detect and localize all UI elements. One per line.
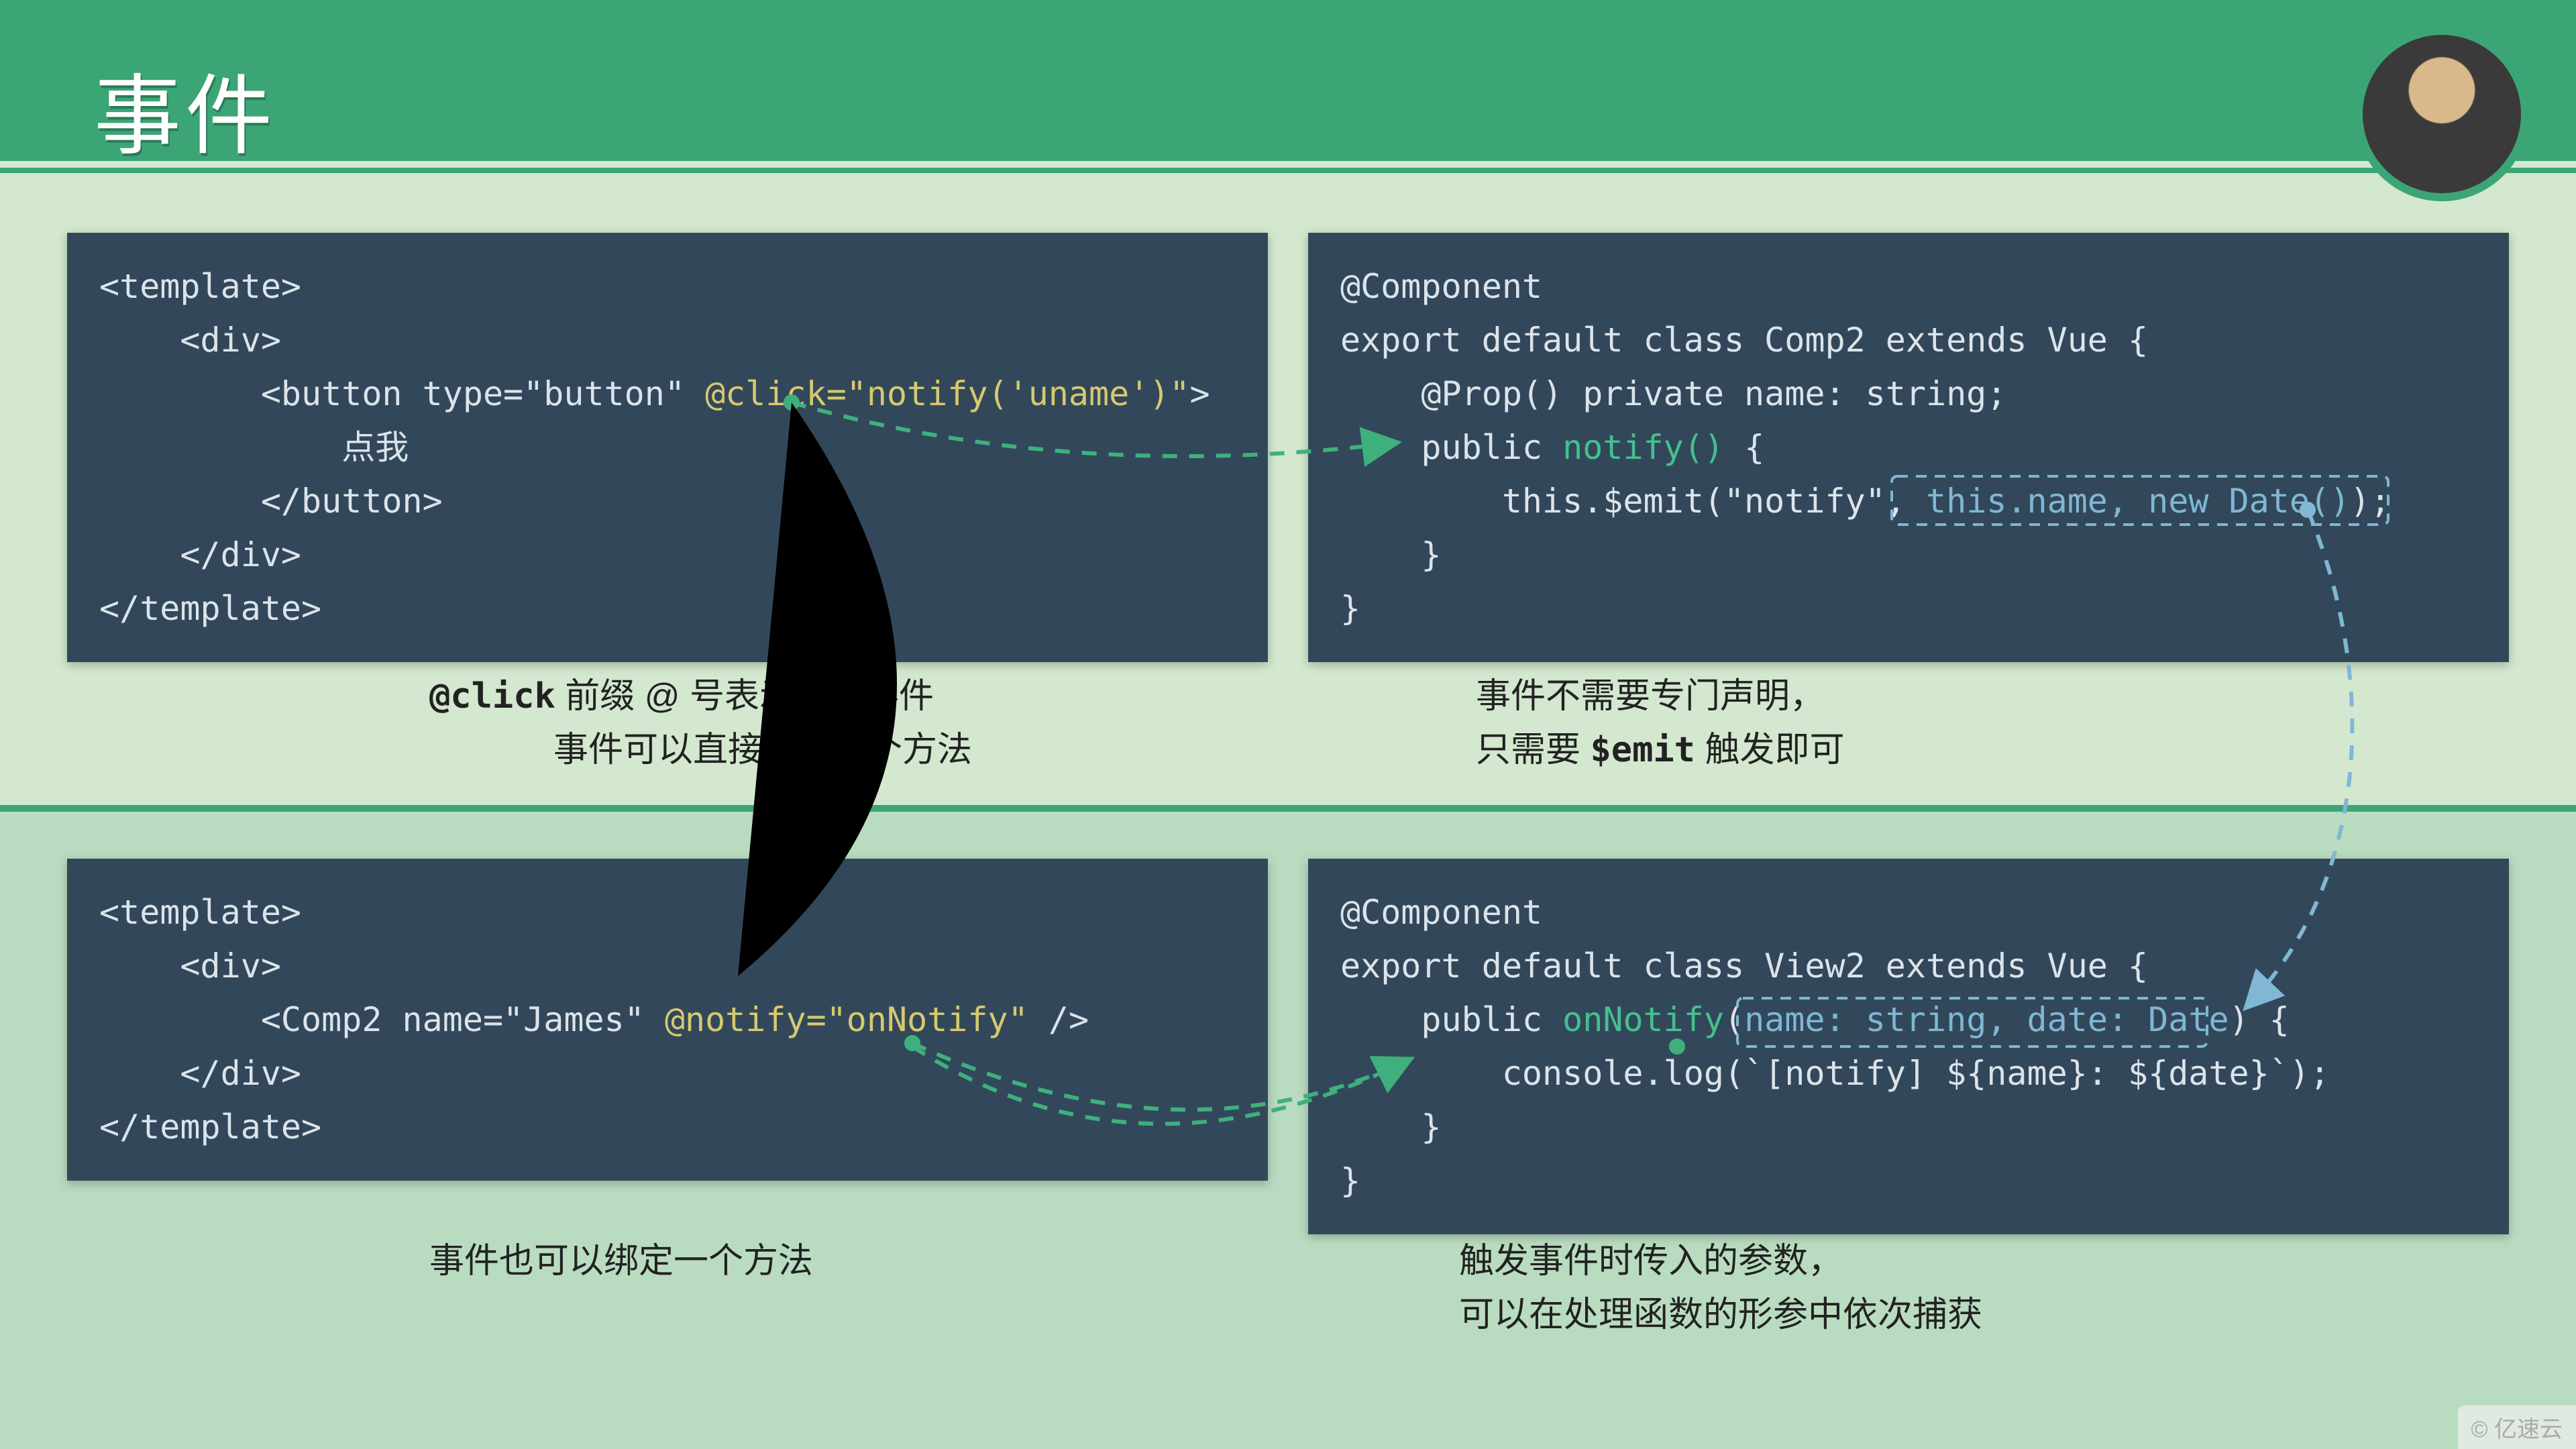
highlight-onnotify: onNotify bbox=[1562, 1000, 1724, 1039]
header-divider-line bbox=[0, 168, 2576, 173]
code-box-template-bottom: <template> <div> <Comp2 name="James" @no… bbox=[67, 859, 1268, 1181]
highlight-click-attr: @click="notify('uname')" bbox=[705, 374, 1189, 413]
code-box-comp2: @Component export default class Comp2 ex… bbox=[1308, 233, 2509, 662]
header-divider-gap bbox=[0, 161, 2576, 168]
highlight-emit-args: this.name, new Date() bbox=[1926, 482, 2350, 521]
caption-emit-mono: $emit bbox=[1590, 730, 1695, 770]
highlight-notify-bind: @notify="onNotify" bbox=[665, 1000, 1028, 1039]
avatar bbox=[2355, 27, 2529, 201]
watermark: © 亿速云 bbox=[2458, 1405, 2576, 1449]
header-bg bbox=[0, 0, 2576, 161]
highlight-notify-method: notify() bbox=[1562, 428, 1724, 467]
avatar-image bbox=[2363, 35, 2521, 193]
highlight-handler-params: name: string, date: Date bbox=[1744, 1000, 2229, 1039]
slide-title: 事件 bbox=[94, 46, 276, 172]
caption-emit: 事件不需要专门声明， 只需要 $emit 触发即可 bbox=[1476, 669, 1844, 777]
caption-click: @click 前缀 @ 号表示绑定事件 事件可以直接调用一个方法 bbox=[429, 669, 972, 777]
mid-line-top bbox=[0, 805, 2576, 812]
caption-params: 触发事件时传入的参数， 可以在处理函数的形参中依次捕获 bbox=[1459, 1234, 1982, 1342]
caption-bind-method: 事件也可以绑定一个方法 bbox=[429, 1234, 813, 1288]
code-box-template-top: <template> <div> <button type="button" @… bbox=[67, 233, 1268, 662]
caption-click-mono: @click bbox=[429, 676, 555, 716]
code-box-view2: @Component export default class View2 ex… bbox=[1308, 859, 2509, 1234]
slide-header: 事件 bbox=[0, 0, 2576, 174]
